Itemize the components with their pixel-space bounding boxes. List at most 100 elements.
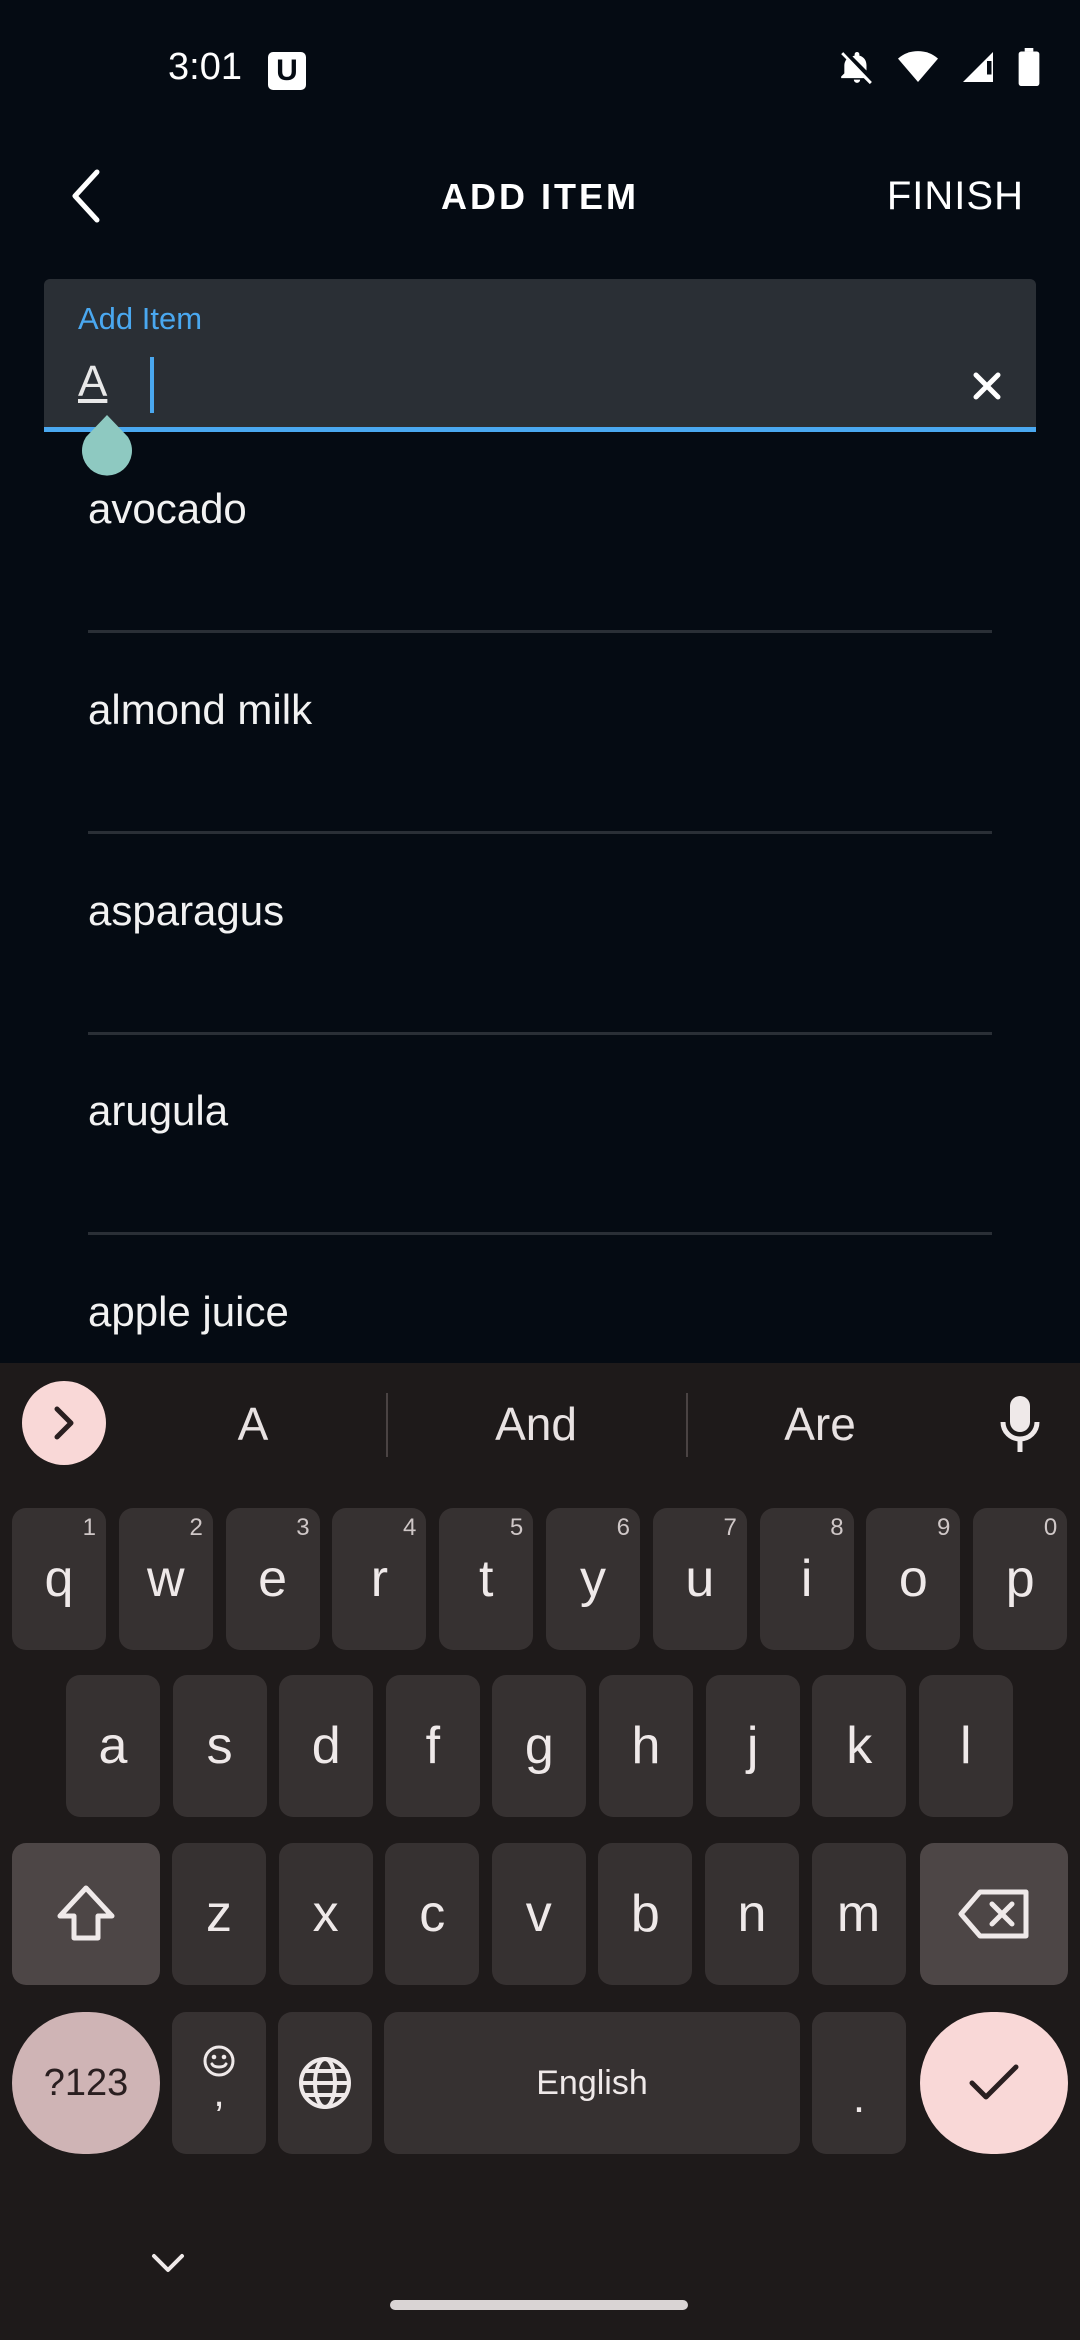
checkmark-icon <box>969 2064 1019 2100</box>
microphone-icon <box>1000 1396 1040 1452</box>
key-q[interactable]: q1 <box>12 1508 106 1650</box>
list-item[interactable]: avocado <box>88 433 992 633</box>
key-hint: 7 <box>723 1514 737 1541</box>
language-key[interactable] <box>278 2012 372 2154</box>
key-c[interactable]: c <box>385 1843 480 1985</box>
add-item-input[interactable]: A <box>78 357 107 407</box>
add-item-field[interactable]: Add Item A <box>44 279 1036 431</box>
space-label: English <box>536 2063 648 2102</box>
list-item[interactable]: asparagus <box>88 835 992 1035</box>
key-hint: 1 <box>82 1514 96 1541</box>
key-z[interactable]: z <box>172 1843 266 1985</box>
key-k[interactable]: k <box>812 1675 907 1817</box>
keyboard-suggestion-bar: A And Are <box>0 1363 1080 1483</box>
suggestion-label: apple juice <box>88 1288 289 1335</box>
app-header: ADD ITEM FINISH <box>0 140 1080 250</box>
bell-off-icon <box>841 51 872 85</box>
period-key[interactable]: . <box>812 2012 906 2154</box>
status-time: 3:01 <box>168 46 242 88</box>
key-x[interactable]: x <box>278 1843 373 1985</box>
key-f[interactable]: f <box>385 1675 480 1817</box>
shift-key[interactable] <box>12 1843 160 1985</box>
key-hint: 0 <box>1043 1514 1058 1541</box>
key-d[interactable]: d <box>279 1675 374 1817</box>
enter-key[interactable] <box>920 2012 1068 2154</box>
backspace-icon <box>958 1889 1029 1939</box>
list-item[interactable]: arugula <box>88 1035 992 1235</box>
key-h[interactable]: h <box>599 1675 693 1817</box>
period-label: . <box>852 2073 866 2122</box>
status-icons <box>838 48 1040 86</box>
key-r[interactable]: r4 <box>332 1508 427 1650</box>
key-hint: 5 <box>509 1514 524 1541</box>
chevron-right-icon <box>54 1406 74 1440</box>
symbols-key[interactable]: ?123 <box>12 2012 160 2154</box>
keyboard-suggestion[interactable]: Are <box>680 1397 960 1451</box>
battery-icon <box>1018 48 1040 86</box>
key-label: y <box>580 1550 606 1608</box>
emoji-comma-key[interactable]: , <box>172 2012 266 2154</box>
key-hint: 6 <box>616 1514 630 1541</box>
chevron-down-icon[interactable] <box>150 2250 186 2274</box>
finish-button[interactable]: FINISH <box>887 174 1024 219</box>
key-t[interactable]: t5 <box>439 1508 534 1650</box>
key-hint: 3 <box>296 1514 310 1541</box>
key-o[interactable]: o9 <box>866 1508 961 1650</box>
wifi-icon <box>898 51 938 82</box>
key-m[interactable]: m <box>811 1843 906 1985</box>
divider <box>386 1393 388 1457</box>
signal-icon <box>963 52 993 82</box>
key-hint: 2 <box>189 1514 203 1541</box>
status-bar: 3:01 U <box>0 0 1080 140</box>
key-e[interactable]: e3 <box>225 1508 320 1650</box>
key-g[interactable]: g <box>492 1675 587 1817</box>
keyboard: A And Are q1w2e3r4t5y6u7i8o9p0 asdfghjkl… <box>0 1363 1080 2340</box>
key-hint: 8 <box>830 1514 844 1541</box>
clear-button[interactable] <box>962 361 1012 411</box>
key-u[interactable]: u7 <box>652 1508 747 1650</box>
suggestion-label: avocado <box>88 485 247 532</box>
key-y[interactable]: y6 <box>546 1508 640 1650</box>
list-item[interactable]: almond milk <box>88 634 992 834</box>
expand-toolbar-button[interactable] <box>22 1381 106 1465</box>
key-label: q <box>44 1550 74 1608</box>
key-s[interactable]: s <box>172 1675 267 1817</box>
key-i[interactable]: i8 <box>759 1508 854 1650</box>
keyboard-suggestion[interactable]: A <box>113 1397 393 1451</box>
field-underline <box>44 427 1036 432</box>
divider <box>88 630 992 633</box>
key-label: p <box>1005 1550 1035 1608</box>
globe-icon <box>299 2057 351 2109</box>
key-n[interactable]: n <box>705 1843 799 1985</box>
key-l[interactable]: l <box>918 1675 1013 1817</box>
key-hint: 9 <box>937 1514 951 1541</box>
divider <box>88 1232 992 1235</box>
key-a[interactable]: a <box>66 1675 160 1817</box>
suggestion-label: asparagus <box>88 887 285 934</box>
key-p[interactable]: p0 <box>973 1508 1068 1650</box>
shift-icon <box>57 1885 115 1941</box>
key-v[interactable]: v <box>491 1843 586 1985</box>
comma-label: , <box>213 2071 225 2115</box>
keyboard-suggestion[interactable]: And <box>396 1397 676 1451</box>
voice-input-button[interactable] <box>990 1393 1050 1457</box>
suggestion-label: almond milk <box>88 686 313 733</box>
backspace-key[interactable] <box>920 1843 1068 1985</box>
key-label: e <box>258 1550 288 1608</box>
text-cursor <box>150 357 154 413</box>
key-label: u <box>685 1550 715 1608</box>
key-label: t <box>478 1550 494 1608</box>
key-label: w <box>147 1550 185 1608</box>
key-j[interactable]: j <box>705 1675 800 1817</box>
field-label: Add Item <box>78 301 203 336</box>
space-key[interactable]: English <box>384 2012 800 2154</box>
home-indicator[interactable] <box>390 2300 688 2310</box>
notification-badge-icon: U <box>268 52 306 90</box>
key-label: o <box>898 1550 928 1608</box>
divider <box>88 831 992 834</box>
key-label: i <box>800 1550 813 1608</box>
key-b[interactable]: b <box>598 1843 693 1985</box>
key-label: r <box>370 1550 389 1608</box>
key-w[interactable]: w2 <box>118 1508 213 1650</box>
close-icon <box>973 372 1001 400</box>
